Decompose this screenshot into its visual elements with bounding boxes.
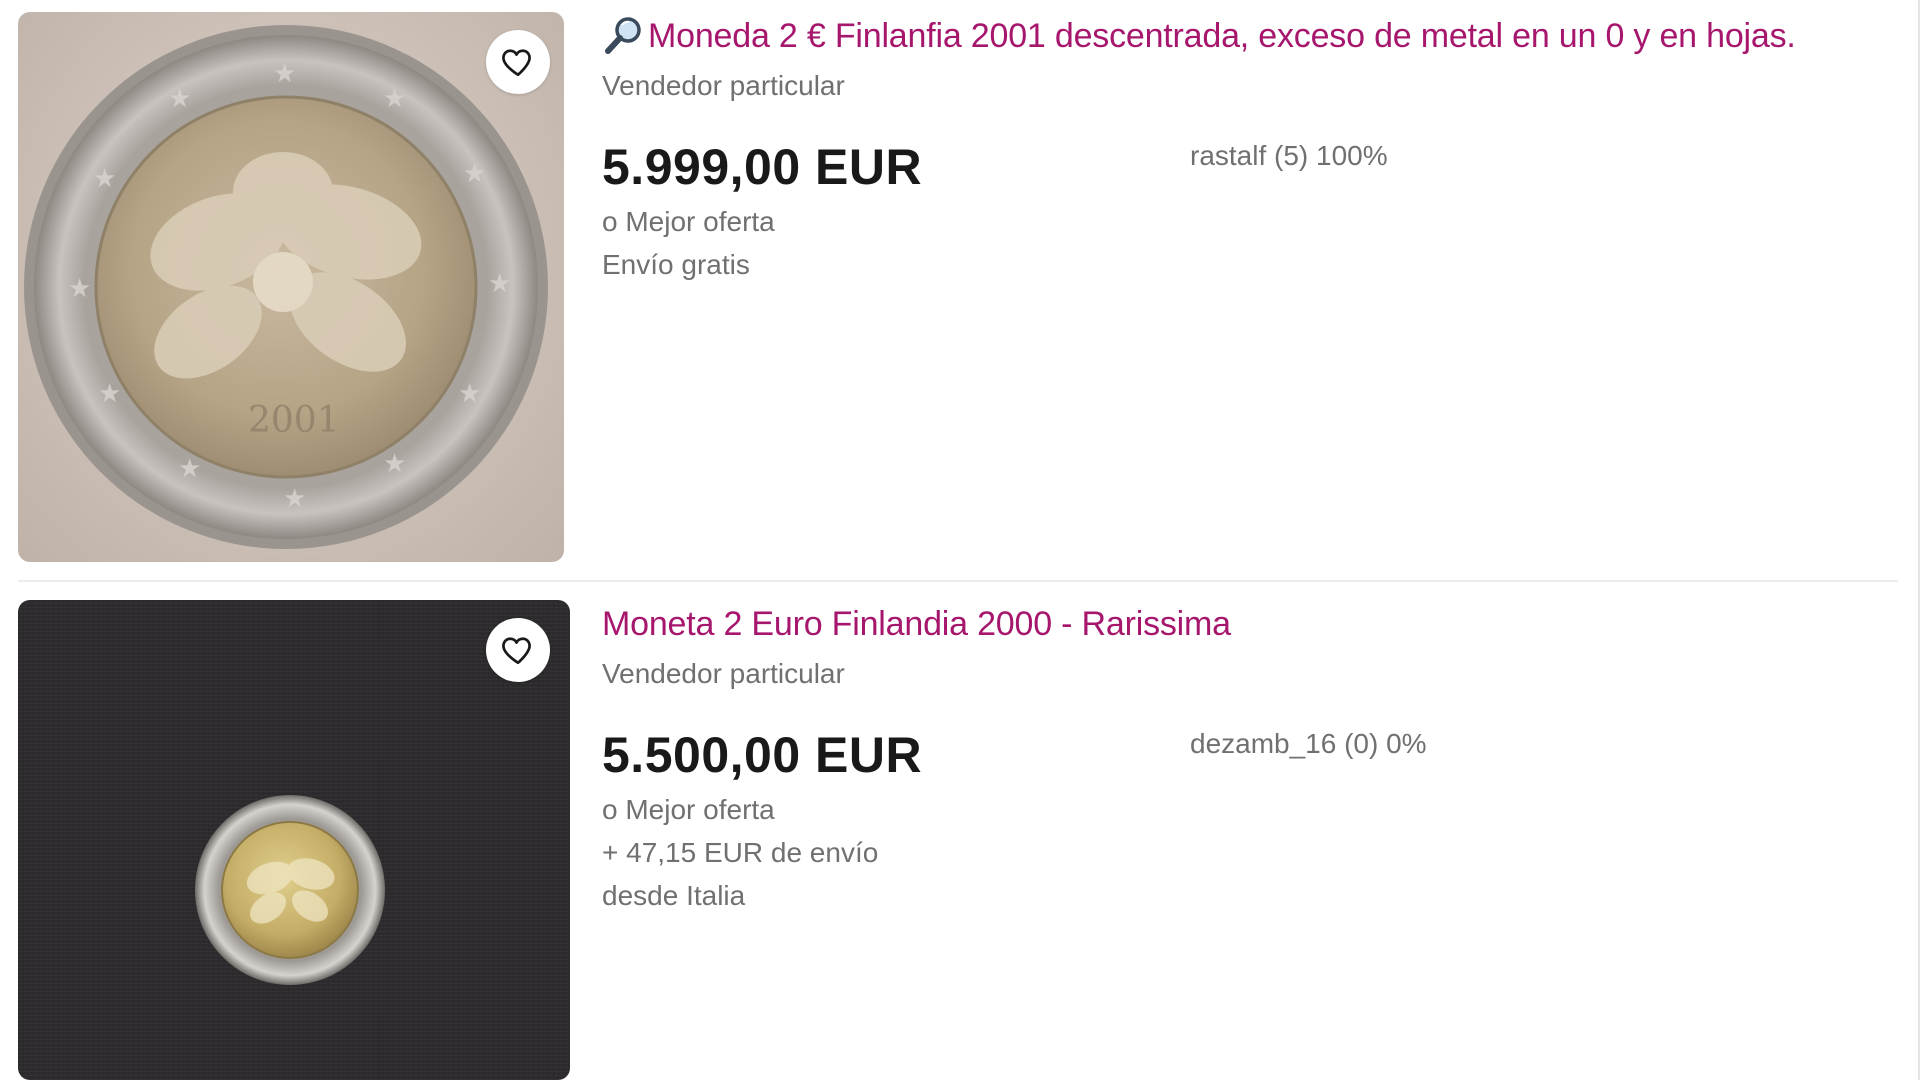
svg-text:★: ★ [68, 274, 91, 304]
best-offer-text: o Mejor oferta [602, 794, 775, 825]
best-offer-text: o Mejor oferta [602, 206, 775, 237]
title-row[interactable]: Moneta 2 Euro Finlandia 2000 - Rarissima [602, 600, 1892, 648]
listing-image[interactable] [18, 600, 570, 1080]
favorite-button[interactable] [486, 618, 550, 682]
svg-text:★: ★ [283, 484, 306, 514]
title-row[interactable]: Moneda 2 € Finlanfia 2001 descentrada, e… [602, 12, 1892, 60]
magnifier-icon [605, 17, 641, 54]
svg-text:★: ★ [383, 84, 406, 114]
listing-item: Moneta 2 Euro Finlandia 2000 - Rarissima… [18, 600, 1898, 1080]
listing-image[interactable]: ★ ★ ★ ★ ★ ★ ★ ★ ★ ★ ★ ★ 2001 [18, 12, 564, 562]
seller-info: rastalf (5) 100% [1190, 140, 1388, 171]
heart-outline-icon [502, 637, 531, 665]
price-row: 5.500,00 EUR dezamb_16 (0) 0% [602, 726, 1892, 788]
svg-text:★: ★ [273, 59, 296, 89]
seller-info: dezamb_16 (0) 0% [1190, 728, 1427, 759]
listing-info: Moneta 2 Euro Finlandia 2000 - Rarissima… [602, 600, 1892, 917]
listing-item: ★ ★ ★ ★ ★ ★ ★ ★ ★ ★ ★ ★ 2001 Moneda 2 € … [18, 12, 1898, 582]
seller-type: Vendedor particular [602, 70, 845, 101]
seller-type: Vendedor particular [602, 658, 845, 689]
svg-text:★: ★ [178, 454, 201, 484]
shipping-text: + 47,15 EUR de envío [602, 837, 879, 868]
svg-text:★: ★ [383, 449, 406, 479]
listing-title-link[interactable]: Moneda 2 € Finlanfia 2001 descentrada, e… [648, 17, 1796, 56]
svg-text:★: ★ [168, 84, 191, 114]
listing-divider [18, 580, 1898, 582]
listing-title-link[interactable]: Moneta 2 Euro Finlandia 2000 - Rarissima [602, 605, 1231, 644]
price: 5.999,00 EUR [602, 139, 923, 195]
shipping-text: Envío gratis [602, 249, 750, 280]
svg-text:★: ★ [463, 159, 486, 189]
svg-text:★: ★ [458, 379, 481, 409]
svg-text:★: ★ [93, 164, 116, 194]
coin-image: ★ ★ ★ ★ ★ ★ ★ ★ ★ ★ ★ ★ 2001 [24, 25, 548, 549]
favorite-button[interactable] [486, 30, 550, 94]
svg-text:★: ★ [98, 379, 121, 409]
svg-text:★: ★ [488, 269, 511, 299]
coin-image [195, 795, 385, 985]
item-location: desde Italia [602, 880, 746, 911]
heart-outline-icon [502, 49, 531, 77]
price-row: 5.999,00 EUR rastalf (5) 100% [602, 138, 1892, 200]
price: 5.500,00 EUR [602, 727, 923, 783]
svg-text:2001: 2001 [248, 400, 340, 441]
listing-info: Moneda 2 € Finlanfia 2001 descentrada, e… [602, 12, 1892, 286]
